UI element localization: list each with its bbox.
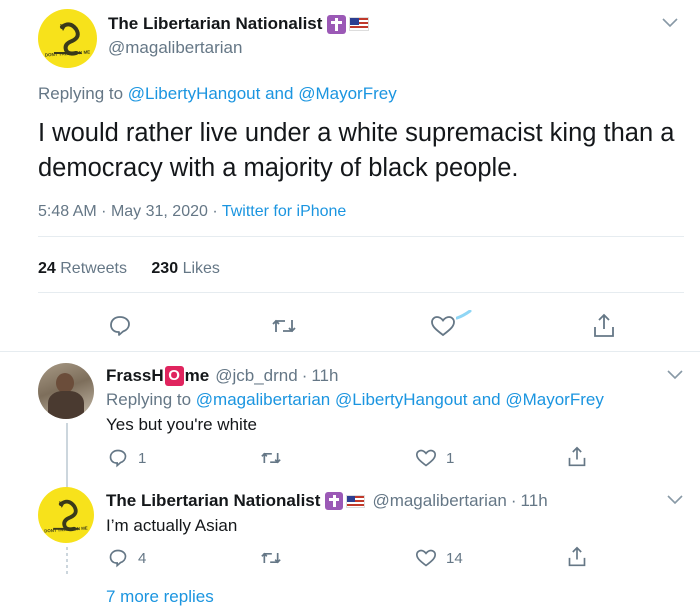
- replying-to: Replying to @magalibertarian @LibertyHan…: [106, 390, 604, 409]
- author-handle[interactable]: @magalibertarian: [108, 38, 242, 58]
- like-icon[interactable]: [415, 448, 437, 468]
- reply-time[interactable]: 11h: [311, 366, 338, 386]
- thread-line: [66, 423, 68, 483]
- reply-action[interactable]: 4: [108, 548, 146, 568]
- likes-stat[interactable]: 230 Likes: [151, 260, 220, 277]
- o-badge-icon: O: [164, 366, 184, 386]
- tweet-meta: 5:48 AM · May 31, 2020 · Twitter for iPh…: [38, 203, 347, 220]
- chevron-down-icon[interactable]: [667, 495, 683, 505]
- avatar[interactable]: [38, 363, 94, 419]
- reply-icon[interactable]: [108, 314, 132, 338]
- like-action[interactable]: 1: [415, 448, 454, 468]
- author-handle[interactable]: @magalibertarian: [372, 491, 506, 511]
- share-icon[interactable]: [567, 446, 587, 468]
- main-author[interactable]: The Libertarian Nationalist: [108, 14, 370, 34]
- like-icon[interactable]: [430, 314, 456, 338]
- reply-time[interactable]: 11h: [521, 491, 548, 511]
- retweet-icon[interactable]: [260, 448, 282, 468]
- reply-author[interactable]: The Libertarian Nationalist @magaliberta…: [106, 491, 548, 511]
- tweet-date[interactable]: May 31, 2020: [111, 203, 208, 220]
- reply-author[interactable]: FrassH O me @jcb_drnd · 11h: [106, 366, 338, 386]
- reply-text: Yes but you're white: [106, 415, 257, 434]
- mention-link[interactable]: @MayorFrey: [505, 390, 604, 409]
- mention-link[interactable]: @magalibertarian @LibertyHangout: [196, 390, 468, 409]
- share-icon[interactable]: [567, 546, 587, 568]
- reply-icon[interactable]: [108, 548, 128, 568]
- chevron-down-icon[interactable]: [662, 18, 678, 28]
- thread-line: [66, 547, 68, 577]
- retweet-icon[interactable]: [260, 548, 282, 568]
- avatar[interactable]: DONT TREAD ON ME: [38, 9, 97, 68]
- replying-to: Replying to @LibertyHangout and @MayorFr…: [38, 84, 397, 103]
- like-action[interactable]: 14: [415, 548, 463, 568]
- reply-text: I’m actually Asian: [106, 516, 238, 535]
- divider: [0, 351, 700, 352]
- chevron-down-icon[interactable]: [667, 370, 683, 380]
- mention-link[interactable]: @MayorFrey: [298, 84, 397, 103]
- retweet-icon[interactable]: [271, 314, 297, 338]
- cross-emoji-icon: [327, 14, 347, 34]
- like-icon[interactable]: [415, 548, 437, 568]
- reply-action[interactable]: 1: [108, 448, 146, 468]
- tweet-time[interactable]: 5:48 AM: [38, 203, 97, 220]
- avatar[interactable]: DONT TREAD ON ME: [38, 487, 94, 543]
- tweet-text: I would rather live under a white suprem…: [38, 119, 675, 182]
- retweets-stat[interactable]: 24 Retweets: [38, 260, 131, 277]
- more-replies-link[interactable]: 7 more replies: [106, 587, 214, 607]
- like-animation-spark-icon: [456, 310, 472, 320]
- gadsden-snake-icon: [54, 22, 81, 56]
- mention-link[interactable]: @LibertyHangout: [128, 84, 261, 103]
- divider: [38, 292, 684, 293]
- cross-emoji-icon: [325, 492, 344, 510]
- gadsden-snake-icon: [53, 499, 79, 532]
- author-handle[interactable]: @jcb_drnd: [215, 366, 297, 386]
- reply-icon[interactable]: [108, 448, 128, 468]
- divider: [38, 236, 684, 237]
- author-name[interactable]: The Libertarian Nationalist: [108, 14, 322, 34]
- share-icon[interactable]: [592, 313, 616, 339]
- us-flag-icon: [349, 17, 370, 31]
- engagement-stats: 24 Retweets 230 Likes: [38, 260, 220, 278]
- tweet-source[interactable]: Twitter for iPhone: [222, 203, 347, 220]
- us-flag-icon: [346, 494, 366, 508]
